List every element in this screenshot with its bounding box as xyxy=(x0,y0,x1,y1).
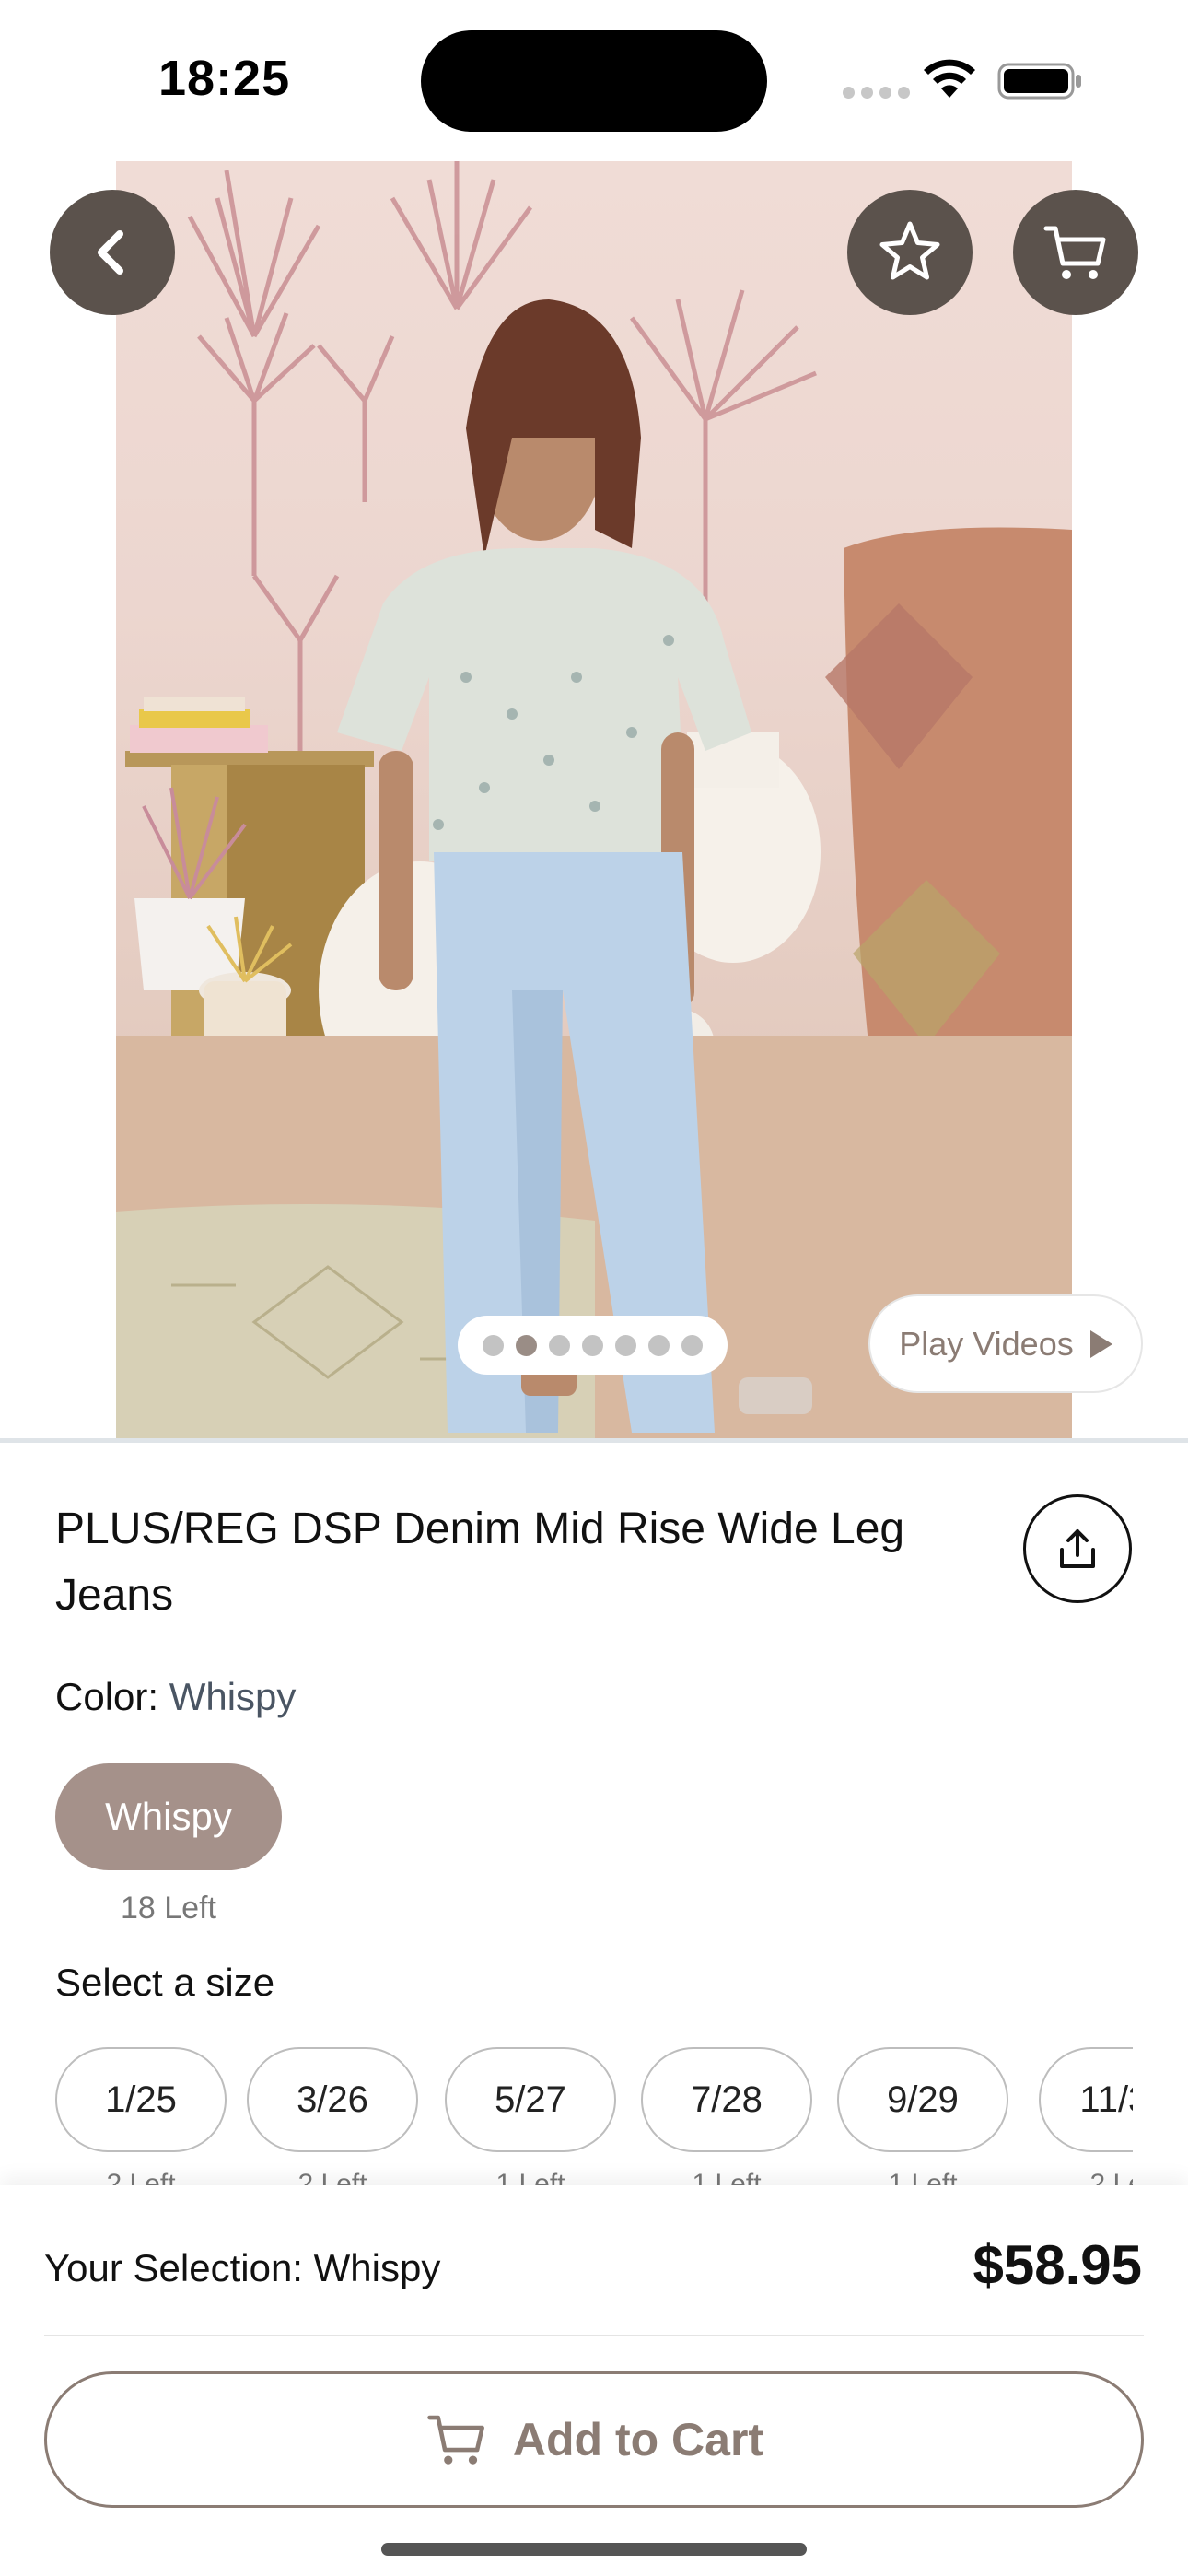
image-pager[interactable] xyxy=(458,1316,728,1375)
selection-summary: Your Selection: Whispy xyxy=(44,2246,441,2289)
wifi-icon xyxy=(924,59,975,98)
play-icon xyxy=(1089,1329,1112,1358)
price: $58.95 xyxy=(973,2234,1142,2296)
add-to-cart-label: Add to Cart xyxy=(512,2414,764,2465)
share-button[interactable] xyxy=(1023,1494,1132,1603)
cellular-signal-icon xyxy=(843,87,910,99)
add-to-cart-button[interactable]: Add to Cart xyxy=(44,2371,1144,2508)
pager-dot[interactable] xyxy=(582,1334,603,1356)
pager-dot[interactable] xyxy=(615,1334,636,1356)
pager-dot[interactable] xyxy=(648,1334,670,1356)
size-option[interactable]: 11/30 xyxy=(1039,2047,1133,2152)
pager-dot[interactable] xyxy=(681,1334,703,1356)
size-heading: Select a size xyxy=(55,1961,275,2004)
pager-dot-active[interactable] xyxy=(516,1334,537,1356)
pager-dot[interactable] xyxy=(483,1334,504,1356)
status-time: 18:25 xyxy=(158,51,291,106)
panel-divider xyxy=(44,2335,1144,2336)
product-title: PLUS/REG DSP Denim Mid Rise Wide Leg Jea… xyxy=(55,1505,905,1620)
share-icon xyxy=(1060,1529,1095,1568)
status-bar: 18:25 xyxy=(0,0,1188,157)
back-button[interactable] xyxy=(50,190,175,315)
size-option[interactable]: 7/28 xyxy=(641,2047,812,2152)
cart-button[interactable] xyxy=(1013,190,1138,315)
product-image[interactable] xyxy=(116,161,1072,1438)
favorite-button[interactable] xyxy=(847,190,973,315)
size-option[interactable]: 3/26 xyxy=(247,2047,418,2152)
swatch-stock: 18 Left xyxy=(121,1891,216,1926)
size-option[interactable]: 9/29 xyxy=(837,2047,1008,2152)
size-selector[interactable]: 1/25 2 Left 3/26 2 Left 5/27 1 Left 7/28… xyxy=(55,2045,1133,2189)
color-label: Color: xyxy=(55,1675,159,1718)
size-option[interactable]: 5/27 xyxy=(445,2047,616,2152)
image-divider xyxy=(0,1438,1188,1443)
color-swatch-whispy[interactable]: Whispy xyxy=(55,1763,282,1870)
cart-icon xyxy=(1043,226,1106,279)
play-videos-button[interactable]: Play Videos xyxy=(868,1294,1143,1393)
home-indicator[interactable] xyxy=(381,2543,807,2556)
pager-dot[interactable] xyxy=(549,1334,570,1356)
star-icon xyxy=(879,221,940,280)
size-option[interactable]: 1/25 xyxy=(55,2047,227,2152)
play-videos-label: Play Videos xyxy=(899,1324,1074,1363)
color-value: Whispy xyxy=(169,1675,297,1718)
checkout-panel: Your Selection: Whispy $58.95 Add to Car… xyxy=(0,2185,1188,2576)
product-photo xyxy=(116,161,1072,1438)
color-line: Color: Whispy xyxy=(55,1675,296,1719)
back-icon xyxy=(98,230,123,275)
battery-icon xyxy=(997,63,1081,100)
cart-icon xyxy=(427,2415,484,2465)
dynamic-island xyxy=(421,30,767,132)
